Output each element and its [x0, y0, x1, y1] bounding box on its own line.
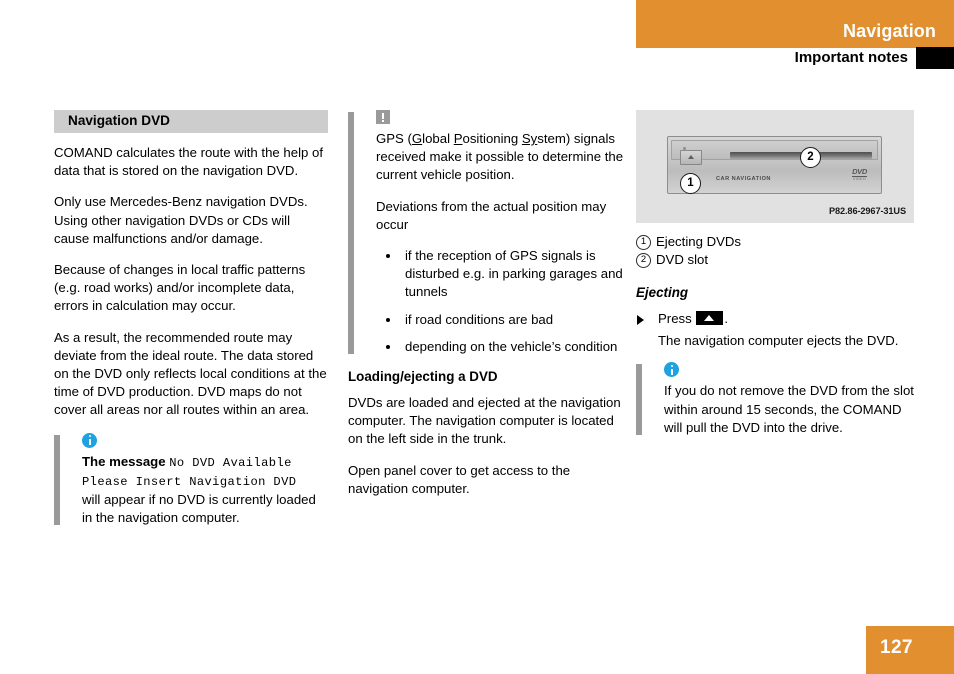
paragraph: DVDs are loaded and ejected at the navig…: [348, 395, 621, 447]
step-period: .: [724, 311, 729, 326]
chapter-header-band: Navigation: [636, 0, 954, 48]
unit-top-panel: [671, 140, 878, 165]
dvd-logo-icon: DVD VIDEO: [852, 168, 867, 182]
deviation-bullet-list: if the reception of GPS signals is distu…: [376, 247, 626, 356]
paragraph: Because of changes in local traffic patt…: [54, 262, 306, 314]
section-tab-marker: [916, 47, 954, 69]
figure-callout-1: 1: [680, 173, 701, 194]
warning-icon: [376, 110, 390, 124]
legend-label: Ejecting DVDs: [656, 234, 742, 249]
left-column: Navigation DVD COMAND calculates the rou…: [54, 110, 328, 539]
info-icon-row: [82, 432, 328, 451]
dvd-logo-sub: VIDEO: [852, 177, 867, 181]
info-icon: [82, 432, 97, 448]
right-column: CAR NAVIGATION DVD VIDEO 1 2 P82.86-2967…: [636, 110, 914, 449]
list-item: depending on the vehicle’s condition: [376, 338, 626, 356]
warning-note: GPS (Global Positioning System) signals …: [348, 110, 626, 356]
figure-callout-2: 2: [800, 147, 821, 168]
info-note: The message No DVD Available Please Inser…: [54, 432, 328, 528]
info-icon: [664, 362, 679, 378]
legend-number: 2: [636, 252, 651, 268]
gps-p: P: [453, 131, 463, 146]
eject-button-icon: [680, 150, 702, 165]
chapter-title: Navigation: [842, 21, 936, 41]
list-item: if the reception of GPS signals is distu…: [376, 247, 626, 302]
gps-pre: GPS (: [376, 131, 412, 146]
paragraph: As a result, the recommended route may d…: [54, 329, 327, 418]
sub-heading-loading-ejecting: Loading/ejecting a DVD: [348, 369, 498, 385]
navigation-computer-figure: CAR NAVIGATION DVD VIDEO 1 2 P82.86-2967…: [636, 110, 914, 223]
info-note-text: If you do not remove the DVD from the sl…: [664, 383, 914, 435]
step-result-text: The navigation computer ejects the DVD.: [658, 333, 899, 349]
device-label: CAR NAVIGATION: [716, 176, 771, 182]
info-note-message-line-1: No DVD Available: [169, 455, 292, 470]
paragraph: Open panel cover to get access to the na…: [348, 462, 571, 496]
gps-mid2: ositioning: [462, 131, 522, 146]
warning-note-paragraph: GPS (Global Positioning System) signals …: [376, 130, 626, 185]
gps-mid1: lobal: [422, 131, 454, 146]
info-note: If you do not remove the DVD from the sl…: [636, 362, 914, 437]
legend-label: DVD slot: [656, 251, 709, 267]
section-band-navigation-dvd: Navigation DVD: [54, 110, 328, 133]
section-title: Important notes: [794, 49, 908, 66]
info-note-text: The message No DVD Available Please Inser…: [82, 453, 328, 528]
step-press-eject: Press .: [636, 310, 914, 328]
step-lead: Press: [658, 311, 692, 326]
paragraph: COMAND calculates the route with the hel…: [54, 145, 324, 179]
page-number: 127: [880, 637, 913, 658]
sub-heading-ejecting: Ejecting: [636, 285, 689, 300]
info-icon-row: [664, 362, 914, 380]
legend-number: 1: [636, 235, 651, 250]
legend-item: 2 DVD slot: [636, 251, 914, 269]
dvd-logo-word: DVD: [852, 167, 867, 177]
figure-code: P82.86-2967-31US: [828, 205, 906, 216]
warning-icon-row: [376, 110, 626, 128]
info-note-lead: The message: [82, 453, 166, 469]
middle-column: GPS (Global Positioning System) signals …: [348, 110, 626, 511]
warning-note-paragraph: Deviations from the actual position may …: [376, 198, 607, 232]
info-note-tail: will appear if no DVD is currently loade…: [82, 492, 316, 526]
figure-legend: 1 Ejecting DVDs 2 DVD slot: [636, 233, 914, 268]
page-number-block: 127: [866, 626, 954, 674]
legend-item: 1 Ejecting DVDs: [636, 233, 914, 251]
eject-key-icon: [696, 311, 724, 325]
paragraph: Only use Mercedes-Benz navigation DVDs. …: [54, 194, 308, 246]
gps-s: Sy: [521, 131, 538, 146]
list-item: if road conditions are bad: [376, 311, 626, 329]
gps-g: G: [411, 131, 423, 146]
info-note-message-line-2: Please Insert Navigation DVD: [82, 474, 297, 489]
